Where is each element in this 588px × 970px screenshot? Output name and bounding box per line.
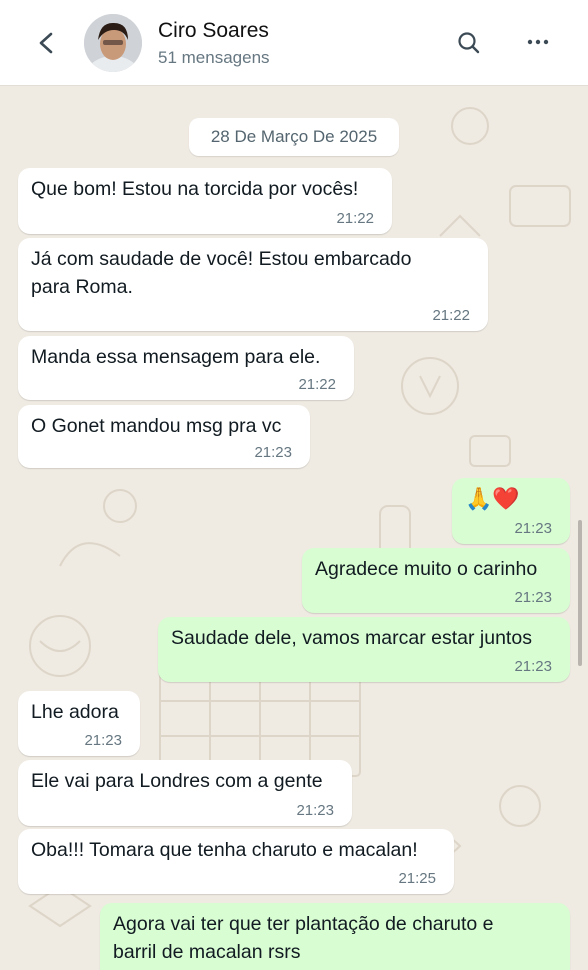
message-text: O Gonet mandou msg pra vc bbox=[31, 415, 282, 437]
message-time: 21:23 bbox=[514, 589, 552, 606]
message-line: Agora vai ter que ter plantação de charu… bbox=[113, 913, 494, 935]
message-line: para Roma. bbox=[31, 276, 133, 298]
message-text: Ele vai para Londres com a gente bbox=[31, 770, 323, 792]
message-text: Que bom! Estou na torcida por vocês! bbox=[31, 178, 359, 200]
search-icon bbox=[458, 32, 480, 54]
more-options-button[interactable] bbox=[520, 26, 556, 60]
incoming-message[interactable]: Lhe adora 21:23 bbox=[18, 691, 140, 756]
chat-area[interactable]: 28 De Março De 2025 Que bom! Estou na to… bbox=[0, 86, 588, 970]
scrollbar[interactable] bbox=[578, 520, 582, 666]
outgoing-message[interactable]: Saudade dele, vamos marcar estar juntos … bbox=[158, 617, 570, 682]
message-time: 21:23 bbox=[254, 444, 292, 461]
outgoing-message[interactable]: Agora vai ter que ter plantação de charu… bbox=[100, 903, 570, 970]
incoming-message[interactable]: Oba!!! Tomara que tenha charuto e macala… bbox=[18, 829, 454, 894]
avatar[interactable] bbox=[84, 14, 142, 72]
date-separator: 28 De Março De 2025 bbox=[189, 118, 399, 156]
message-text: Já com saudade de você! Estou embarcado … bbox=[31, 245, 411, 301]
message-text: Agradece muito o carinho bbox=[315, 558, 538, 580]
emoji-message: 🙏❤️ bbox=[465, 486, 520, 511]
message-line: Já com saudade de você! Estou embarcado bbox=[31, 248, 412, 270]
outgoing-message[interactable]: Agradece muito o carinho 21:23 bbox=[302, 548, 570, 613]
message-text: Lhe adora bbox=[31, 701, 119, 723]
incoming-message[interactable]: Que bom! Estou na torcida por vocês! 21:… bbox=[18, 168, 392, 234]
message-time: 21:23 bbox=[84, 732, 122, 749]
message-time: 21:22 bbox=[336, 210, 374, 227]
back-button[interactable] bbox=[30, 26, 62, 60]
message-text: Oba!!! Tomara que tenha charuto e macala… bbox=[31, 839, 418, 861]
message-time: 21:23 bbox=[514, 658, 552, 675]
message-time: 21:23 bbox=[296, 802, 334, 819]
incoming-message[interactable]: Ele vai para Londres com a gente 21:23 bbox=[18, 760, 352, 826]
message-text: Manda essa mensagem para ele. bbox=[31, 346, 321, 368]
message-time: 21:23 bbox=[514, 520, 552, 537]
incoming-message[interactable]: Já com saudade de você! Estou embarcado … bbox=[18, 238, 488, 331]
message-text: Saudade dele, vamos marcar estar juntos bbox=[171, 627, 532, 649]
incoming-message[interactable]: O Gonet mandou msg pra vc 21:23 bbox=[18, 405, 310, 468]
back-arrow-icon bbox=[39, 32, 53, 54]
incoming-message[interactable]: Manda essa mensagem para ele. 21:22 bbox=[18, 336, 354, 400]
more-options-icon bbox=[527, 39, 549, 45]
message-time: 21:22 bbox=[432, 307, 470, 324]
message-count: 51 mensagens bbox=[158, 48, 270, 67]
contact-name[interactable]: Ciro Soares bbox=[158, 19, 269, 43]
search-button[interactable] bbox=[452, 26, 486, 60]
message-line: barril de macalan rsrs bbox=[113, 941, 301, 963]
chat-header: Ciro Soares 51 mensagens bbox=[0, 0, 588, 86]
message-time: 21:25 bbox=[398, 870, 436, 887]
message-time: 21:22 bbox=[298, 376, 336, 393]
message-text: Agora vai ter que ter plantação de charu… bbox=[113, 910, 494, 966]
outgoing-message[interactable]: 🙏❤️ 21:23 bbox=[452, 478, 570, 544]
